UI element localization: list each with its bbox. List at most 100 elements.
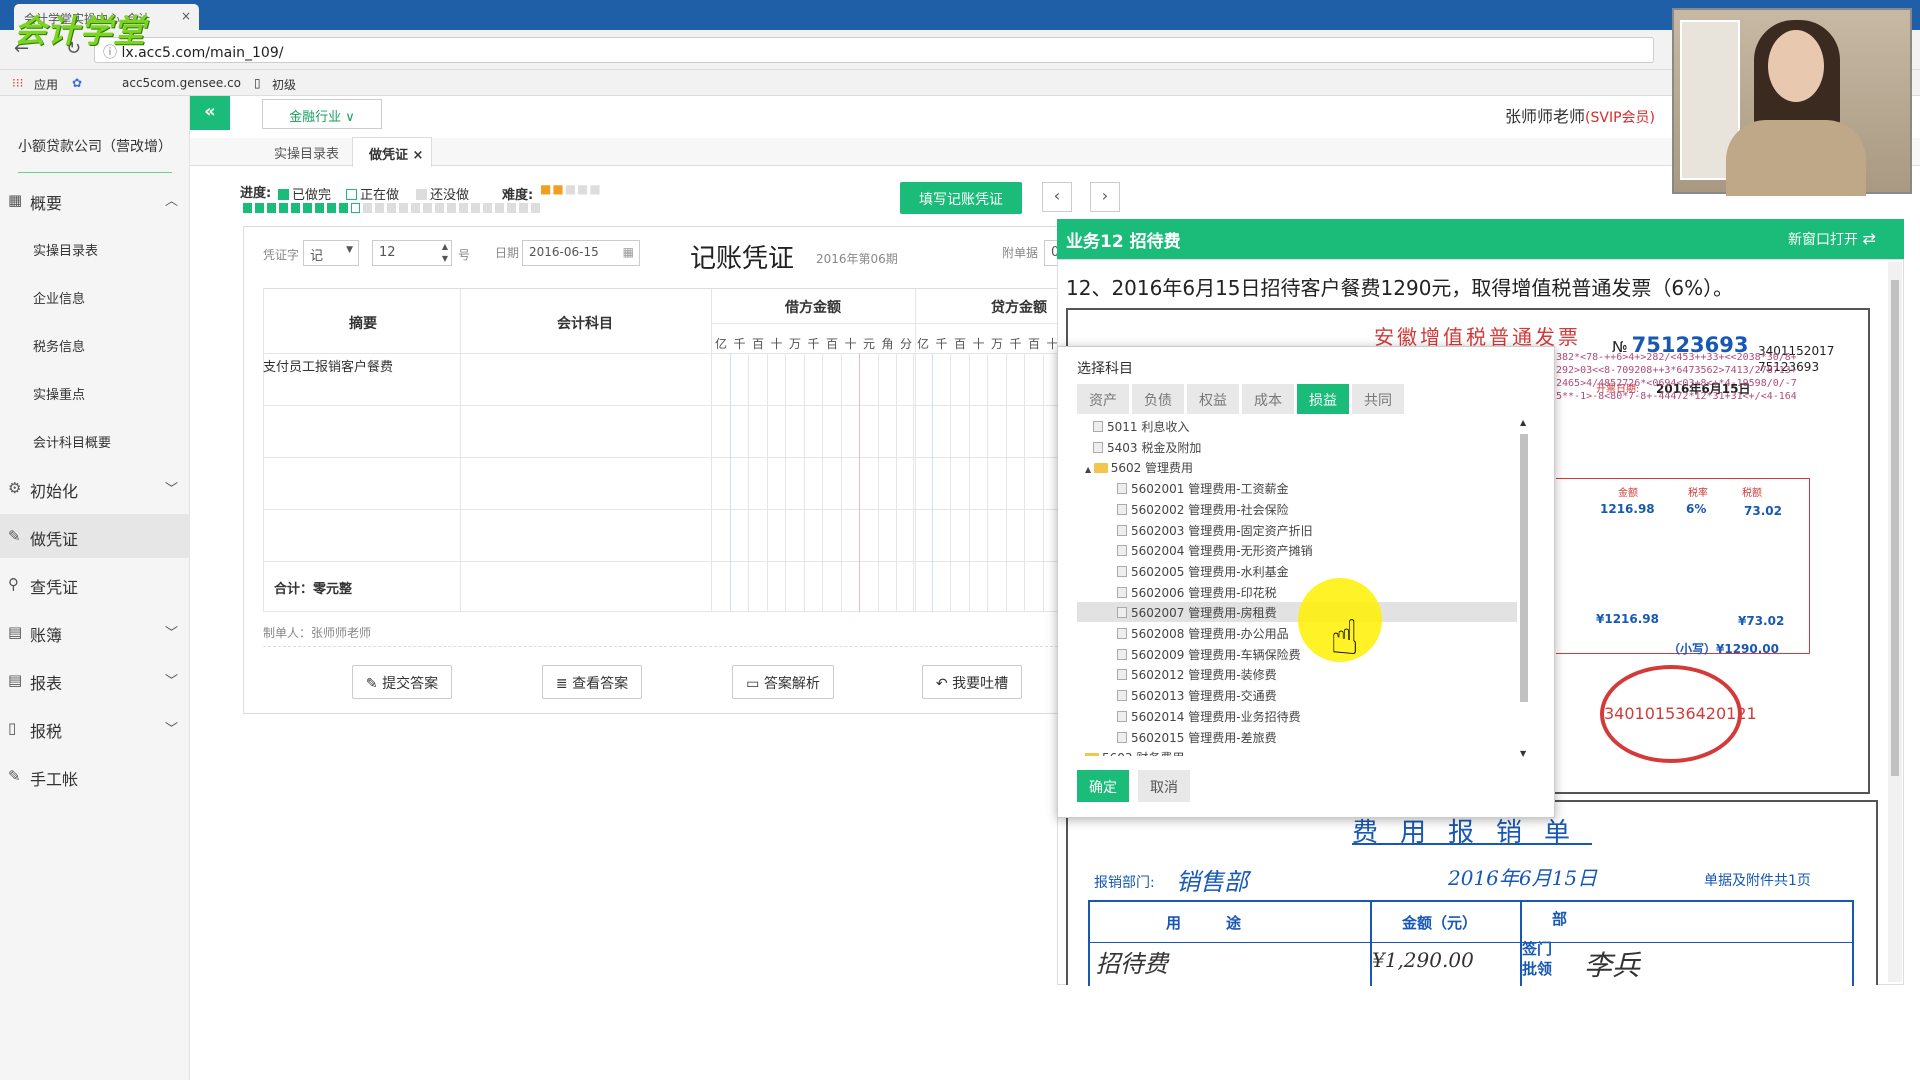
invoice-tax-total: ¥73.02 — [1738, 614, 1785, 628]
view-answer-button[interactable]: ≣ 查看答案 — [542, 665, 642, 699]
sidebar-item-report[interactable]: ▤ 报表 ﹀ — [0, 658, 190, 702]
bookmark-apps[interactable]: 应用 — [34, 76, 58, 93]
voucher-number-input[interactable]: 12 ▲ ▼ — [372, 240, 452, 266]
sidebar-item-make-voucher[interactable]: ✎ 做凭证 — [0, 514, 190, 558]
tree-leaf-node[interactable]: 5602001 管理费用-工资薪金 — [1117, 480, 1289, 497]
sidebar-sub-tax-info[interactable]: 税务信息 — [33, 336, 85, 355]
business-scrollbar[interactable] — [1888, 262, 1902, 982]
tab-close-icon[interactable]: × — [181, 9, 191, 23]
tab-close-icon[interactable]: × — [413, 148, 424, 163]
new-window-link[interactable]: 新窗口打开 ⇄ — [1788, 229, 1876, 249]
prev-button[interactable]: ‹ — [1042, 182, 1072, 212]
scroll-down-icon[interactable]: ▼ — [1520, 749, 1526, 758]
tree-leaf-node[interactable]: 5403 税金及附加 — [1093, 439, 1201, 456]
progress-cell[interactable] — [279, 203, 288, 213]
progress-cell[interactable] — [411, 203, 420, 213]
vip-badge: (SVIP会员) — [1585, 110, 1655, 126]
progress-cell[interactable] — [339, 203, 348, 213]
progress-cell[interactable] — [387, 203, 396, 213]
tree-leaf-node[interactable]: 5602004 管理费用-无形资产摊销 — [1117, 542, 1313, 559]
submit-answer-button[interactable]: ✎ 提交答案 — [352, 665, 452, 699]
tree-leaf-node[interactable]: 5602013 管理费用-交通费 — [1117, 687, 1277, 704]
tree-leaf-node[interactable]: 5602006 管理费用-印花税 — [1117, 584, 1277, 601]
category-tab-assets[interactable]: 资产 — [1077, 384, 1129, 414]
feedback-button[interactable]: ↶ 我要吐槽 — [922, 665, 1022, 699]
sidebar-item-tax[interactable]: ▯ 报税 ﹀ — [0, 706, 190, 750]
progress-cell[interactable] — [363, 203, 372, 213]
tree-folder-node[interactable]: ▲ 5602 管理费用 — [1085, 459, 1193, 476]
progress-cell[interactable] — [423, 203, 432, 213]
sidebar-item-query-voucher[interactable]: ⚲ 查凭证 — [0, 562, 190, 606]
tree-leaf-node[interactable]: 5602012 管理费用-装修费 — [1117, 666, 1277, 683]
progress-cell[interactable] — [495, 203, 504, 213]
progress-cell[interactable] — [507, 203, 516, 213]
progress-cell[interactable] — [243, 203, 252, 213]
credit-digit-header: 亿 — [917, 337, 930, 351]
sidebar-sub-accounts[interactable]: 会计科目概要 — [33, 432, 111, 451]
url-input[interactable]: ⓘ lx.acc5.com/main_109/ — [94, 37, 1654, 63]
tree-folder-node[interactable]: 5603 财务费用 — [1085, 749, 1184, 756]
tree-leaf-node[interactable]: 5602014 管理费用-业务招待费 — [1117, 708, 1301, 725]
tree-leaf-node[interactable]: 5011 利息收入 — [1093, 418, 1189, 435]
progress-cell[interactable] — [351, 203, 360, 213]
voucher-type-label: 凭证字 — [263, 248, 300, 262]
tree-leaf-node[interactable]: 5602009 管理费用-车辆保险费 — [1117, 646, 1301, 663]
progress-cell[interactable] — [399, 203, 408, 213]
sidebar-sub-key-points[interactable]: 实操重点 — [33, 384, 85, 403]
apps-icon[interactable]: ⁝⁝⁝ — [12, 76, 23, 90]
collapse-toggle-icon[interactable]: ▲ — [1085, 465, 1094, 474]
answer-analysis-button[interactable]: ▭ 答案解析 — [732, 665, 834, 699]
next-button[interactable]: › — [1090, 182, 1120, 212]
category-tab-cost[interactable]: 成本 — [1242, 384, 1294, 414]
sidebar-sub-company-info[interactable]: 企业信息 — [33, 288, 85, 307]
confirm-button[interactable]: 确定 — [1077, 770, 1129, 802]
tree-leaf-node[interactable]: 5602015 管理费用-差旅费 — [1117, 729, 1277, 746]
stepper-icon[interactable]: ▲ ▼ — [442, 241, 448, 265]
progress-cell[interactable] — [267, 203, 276, 213]
category-tab-common[interactable]: 共同 — [1352, 384, 1404, 414]
summary-cell[interactable]: 支付员工报销客户餐费 — [263, 356, 393, 375]
scroll-up-icon[interactable]: ▲ — [1520, 418, 1526, 427]
progress-cell[interactable] — [471, 203, 480, 213]
category-tab-equity[interactable]: 权益 — [1187, 384, 1239, 414]
sidebar-item-init[interactable]: ⚙ 初始化 ﹀ — [0, 466, 190, 510]
tree-leaf-node[interactable]: 5602008 管理费用-办公用品 — [1117, 625, 1289, 642]
sidebar-item-overview[interactable]: ▦ 概要 ︿ — [0, 178, 190, 222]
progress-cell[interactable] — [483, 203, 492, 213]
progress-cell[interactable] — [447, 203, 456, 213]
cancel-button[interactable]: 取消 — [1138, 770, 1190, 802]
progress-cell[interactable] — [315, 203, 324, 213]
fill-voucher-button[interactable]: 填写记账凭证 — [900, 182, 1022, 214]
voucher-type-select[interactable]: 记 ▼ — [303, 240, 359, 266]
debit-digit-header: 角 — [881, 337, 894, 351]
progress-cell[interactable] — [375, 203, 384, 213]
progress-cell[interactable] — [327, 203, 336, 213]
date-input[interactable]: 2016-06-15 ▦ — [522, 240, 640, 266]
progress-cell[interactable] — [531, 203, 540, 213]
reply-icon: ↶ — [935, 676, 953, 692]
tree-leaf-node[interactable]: 5602002 管理费用-社会保险 — [1117, 501, 1289, 518]
progress-cell[interactable] — [291, 203, 300, 213]
progress-cell[interactable] — [435, 203, 444, 213]
category-tab-liabilities[interactable]: 负债 — [1132, 384, 1184, 414]
category-tab-profit-loss[interactable]: 损益 — [1297, 384, 1349, 414]
industry-dropdown[interactable]: 金融行业 ∨ — [262, 99, 382, 129]
bookmark-gensee[interactable]: acc5com.gensee.co — [122, 76, 241, 90]
progress-cell[interactable] — [255, 203, 264, 213]
account-cell[interactable] — [462, 350, 710, 400]
progress-cell[interactable] — [519, 203, 528, 213]
calendar-icon[interactable]: ▦ — [623, 245, 634, 259]
bookmark-basic[interactable]: 初级 — [272, 76, 296, 93]
sidebar-item-ledger[interactable]: ▤ 账簿 ﹀ — [0, 610, 190, 654]
tab-make-voucher[interactable]: 做凭证 × — [352, 137, 432, 167]
collapse-sidebar-button[interactable]: « — [190, 96, 230, 130]
tree-leaf-node[interactable]: 5602007 管理费用-房租费 — [1117, 604, 1277, 621]
tree-leaf-node[interactable]: 5602003 管理费用-固定资产折旧 — [1117, 522, 1313, 539]
tree-scrollbar[interactable]: ▲ ▼ — [1518, 418, 1530, 758]
progress-cell[interactable] — [459, 203, 468, 213]
progress-cell[interactable] — [303, 203, 312, 213]
sidebar-sub-catalog[interactable]: 实操目录表 — [33, 240, 98, 259]
tree-leaf-node[interactable]: 5602005 管理费用-水利基金 — [1117, 563, 1289, 580]
sidebar-item-manual[interactable]: ✎ 手工帐 — [0, 754, 190, 798]
tab-catalog[interactable]: 实操目录表 — [274, 143, 339, 162]
